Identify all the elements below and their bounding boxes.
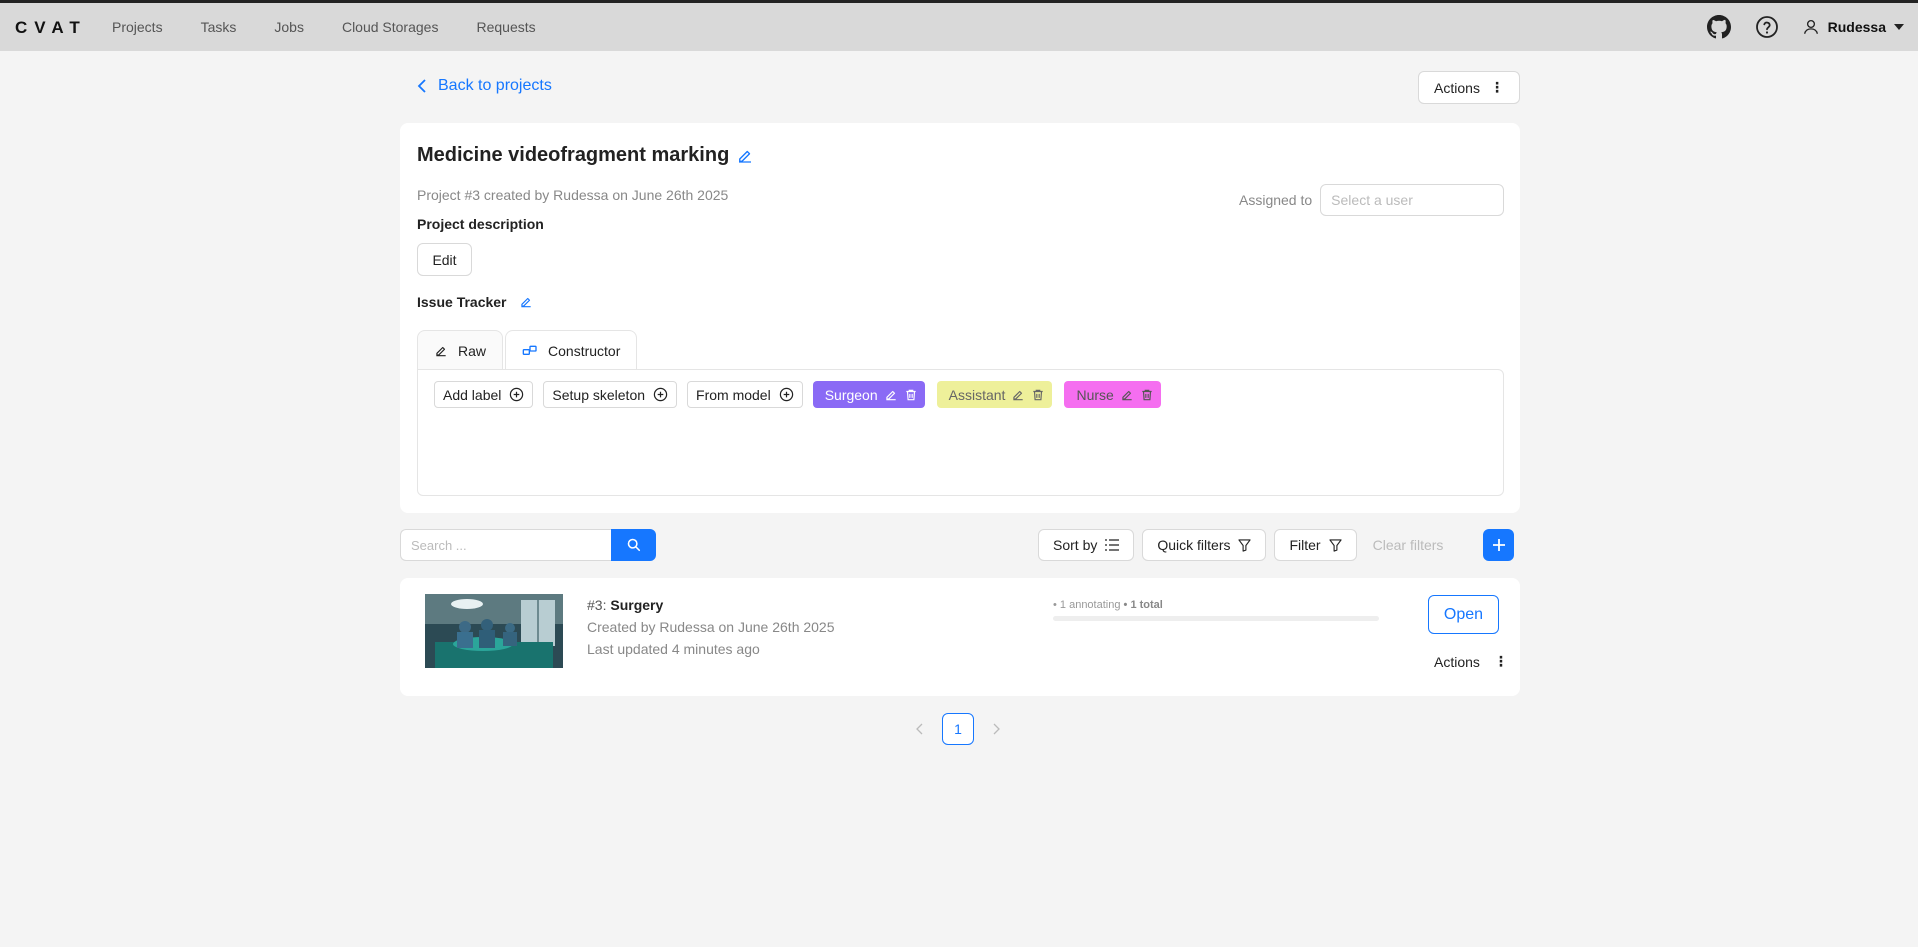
filter-toolbar: Sort by Quick filters Filter Clear filte…	[1038, 529, 1515, 561]
back-to-projects-link[interactable]: Back to projects	[416, 77, 552, 95]
label-editor-tabs: Raw Constructor	[417, 330, 639, 371]
task-name: Surgery	[610, 597, 664, 613]
task-progress-text: • 1 annotating • 1 total	[1053, 599, 1163, 611]
filter-button[interactable]: Filter	[1274, 529, 1357, 561]
edit-description-button[interactable]: Edit	[417, 243, 472, 276]
user-icon	[1803, 19, 1818, 34]
search-button[interactable]	[611, 529, 656, 561]
nav-projects[interactable]: Projects	[112, 19, 163, 35]
tab-raw[interactable]: Raw	[417, 330, 504, 370]
actions-label: Actions	[1434, 79, 1480, 96]
search-icon	[627, 538, 640, 552]
plus-circle-icon	[510, 387, 524, 402]
sort-by-label: Sort by	[1053, 537, 1098, 553]
issue-tracker: Issue Tracker	[417, 294, 533, 310]
task-created-info: Created by Rudessa on June 26th 2025	[587, 619, 835, 635]
back-label: Back to projects	[438, 77, 552, 94]
task-preview-image	[425, 594, 563, 668]
add-label-button[interactable]: Add label	[434, 381, 534, 408]
cvat-logo[interactable]: CVAT	[15, 18, 87, 38]
add-label-text: Add label	[443, 386, 502, 403]
label-tag-surgeon[interactable]: Surgeon	[812, 381, 925, 408]
sort-by-button[interactable]: Sort by	[1038, 529, 1135, 561]
github-icon[interactable]	[1706, 14, 1732, 40]
filter-funnel-icon	[1328, 538, 1342, 552]
trash-icon[interactable]	[904, 388, 918, 402]
nav-jobs[interactable]: Jobs	[274, 19, 304, 35]
more-vertical-icon: ⋮	[1489, 79, 1504, 95]
more-vertical-icon: ⋮	[1493, 653, 1508, 669]
top-navbar: CVAT Projects Tasks Jobs Cloud Storages …	[0, 3, 1918, 51]
quick-filters-button[interactable]: Quick filters	[1142, 529, 1267, 561]
setup-skeleton-text: Setup skeleton	[552, 386, 646, 403]
task-card	[400, 578, 1520, 696]
issue-tracker-label: Issue Tracker	[417, 294, 507, 310]
clear-filters-button[interactable]: Clear filters	[1373, 537, 1444, 553]
sort-list-icon	[1105, 539, 1120, 551]
tab-raw-label: Raw	[458, 342, 487, 359]
task-actions-label: Actions	[1434, 653, 1480, 670]
next-page-icon[interactable]	[984, 713, 1008, 745]
edit-pencil-icon[interactable]	[1011, 388, 1025, 402]
assignee-field: Assigned to	[1239, 184, 1505, 216]
edit-pencil-icon[interactable]	[1120, 388, 1134, 402]
task-title[interactable]: #3: Surgery	[587, 597, 663, 613]
caret-down-icon	[1894, 24, 1904, 30]
plus-icon	[1492, 539, 1505, 551]
open-task-button[interactable]: Open	[1428, 595, 1499, 634]
task-updated-info: Last updated 4 minutes ago	[587, 641, 760, 657]
project-meta: Project #3 created by Rudessa on June 26…	[417, 187, 729, 203]
filter-label: Filter	[1289, 537, 1321, 553]
search-input[interactable]	[400, 529, 611, 561]
nav-cloud-storages[interactable]: Cloud Storages	[342, 19, 439, 35]
assigned-label: Assigned to	[1239, 192, 1313, 208]
progress-total: • 1 total	[1123, 599, 1163, 611]
pagination: 1	[908, 713, 1008, 745]
edit-pencil-icon[interactable]	[884, 388, 898, 402]
trash-icon[interactable]	[1140, 388, 1154, 402]
plus-circle-icon	[779, 387, 793, 402]
help-icon[interactable]	[1754, 14, 1780, 40]
project-description-label: Project description	[417, 216, 544, 232]
label-name: Surgeon	[824, 386, 878, 403]
label-tag-nurse[interactable]: Nurse	[1064, 381, 1161, 408]
header-right: Rudessa	[1706, 3, 1918, 51]
assignee-select-input[interactable]	[1320, 184, 1505, 216]
label-name: Assistant	[948, 386, 1006, 403]
quick-filters-label: Quick filters	[1157, 537, 1231, 553]
project-title-text: Medicine videofragment marking	[417, 144, 730, 166]
task-number: #3:	[587, 597, 607, 613]
project-title: Medicine videofragment marking	[417, 144, 754, 167]
progress-annotating: • 1 annotating	[1053, 599, 1121, 611]
edit-pencil-icon	[436, 346, 446, 356]
tab-constructor-label: Constructor	[548, 343, 621, 359]
label-tag-assistant[interactable]: Assistant	[936, 381, 1053, 408]
label-name: Nurse	[1076, 386, 1114, 403]
nav-requests[interactable]: Requests	[476, 19, 535, 35]
main-nav: Projects Tasks Jobs Cloud Storages Reque…	[112, 3, 574, 51]
filter-funnel-icon	[1238, 538, 1252, 552]
edit-pencil-icon[interactable]	[736, 147, 754, 165]
user-name: Rudessa	[1827, 19, 1886, 35]
tab-constructor[interactable]: Constructor	[505, 330, 638, 371]
create-task-button[interactable]	[1483, 529, 1515, 561]
plus-circle-icon	[653, 387, 668, 402]
task-actions-button[interactable]: Actions ⋮	[1434, 653, 1508, 670]
build-blocks-icon	[522, 345, 537, 355]
nav-tasks[interactable]: Tasks	[201, 19, 237, 35]
trash-icon[interactable]	[1031, 388, 1045, 402]
task-progress-bar	[1053, 616, 1379, 621]
from-model-button[interactable]: From model	[687, 381, 803, 408]
page-number-current[interactable]: 1	[942, 713, 974, 745]
chevron-left-icon	[417, 79, 426, 93]
prev-page-icon[interactable]	[908, 713, 932, 745]
constructor-tools: Add label Setup skeleton From model Surg…	[434, 381, 1173, 408]
setup-skeleton-button[interactable]: Setup skeleton	[543, 381, 678, 408]
from-model-text: From model	[696, 386, 771, 403]
task-search	[400, 529, 656, 561]
edit-pencil-icon[interactable]	[519, 295, 533, 309]
user-menu[interactable]: Rudessa	[1802, 18, 1904, 36]
project-actions-button[interactable]: Actions ⋮	[1418, 71, 1520, 104]
